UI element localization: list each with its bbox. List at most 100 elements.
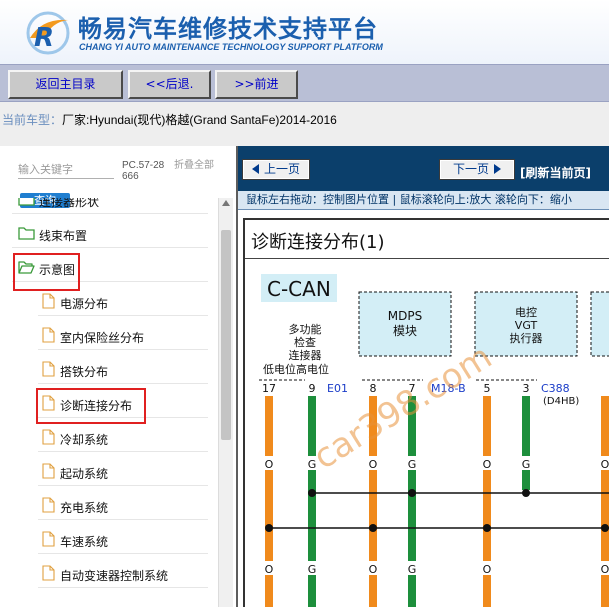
next-page-button[interactable]: 下一页 <box>439 159 515 180</box>
tree-item-label: 室内保险丝分布 <box>60 331 145 345</box>
pin-label: 17 <box>262 382 276 395</box>
connector-label: C388 <box>541 382 570 395</box>
tree-page-starting-system[interactable]: 起动系统 <box>38 458 208 486</box>
page-icon <box>42 497 55 513</box>
folder-icon <box>18 198 35 206</box>
prev-page-button[interactable]: 上一页 <box>242 159 310 180</box>
wire-color-label: O <box>483 458 492 471</box>
module-dlc-line2: 检查 <box>294 335 316 349</box>
arrow-left-icon <box>251 163 259 174</box>
junction-dot <box>408 489 416 497</box>
wire-color-label: O <box>369 563 378 576</box>
wire-color-label: G <box>522 458 531 471</box>
collapse-all-link[interactable]: 折叠全部 <box>174 160 214 171</box>
junction-dot <box>483 524 491 532</box>
page-icon <box>42 463 55 479</box>
junction-dot <box>601 524 609 532</box>
tree-scrollbar[interactable] <box>218 198 233 607</box>
app-window: R 畅易汽车维修技术支持平台 CHANG YI AUTO MAINTENANCE… <box>0 0 609 607</box>
tree-item-label: 连接器形状 <box>39 198 100 209</box>
refresh-link[interactable]: [刷新当前页] <box>520 164 591 181</box>
tree-page-interior-fuse[interactable]: 室内保险丝分布 <box>38 322 208 350</box>
search-input[interactable] <box>18 161 118 178</box>
arrow-right-icon <box>494 163 501 174</box>
highlight-box-schematic <box>13 253 80 291</box>
module-partial-box <box>590 291 609 357</box>
svg-text:R: R <box>34 23 54 53</box>
module-dlc-pins-label: 低电位高电位 <box>263 362 329 376</box>
search-underline <box>18 178 114 179</box>
page-icon <box>42 327 55 343</box>
right-panel: 上一页 下一页 [刷新当前页] 鼠标左右拖动：控制图片位置 | 鼠标滚轮向上:放… <box>236 146 609 607</box>
pin-label: 9 <box>309 382 316 395</box>
tree-page-power-distribution[interactable]: 电源分布 <box>38 288 208 316</box>
back-button[interactable]: <<后退. <box>128 70 211 99</box>
brand-title: 畅易汽车维修技术支持平台 <box>78 15 378 43</box>
module-dlc-line1: 多功能 <box>289 322 322 336</box>
wire-color-label: G <box>408 458 417 471</box>
nav-bar: 返回主目录 <<后退. >>前进 <box>0 64 609 102</box>
tree-page-vehicle-speed[interactable]: 车速系统 <box>38 526 208 554</box>
scroll-up-arrow-icon[interactable] <box>222 200 230 206</box>
diagram-title: 诊断连接分布(1) <box>251 232 385 253</box>
module-vgt-line1: 电控 <box>515 305 537 319</box>
hint-bar: 鼠标左右拖动：控制图片位置 | 鼠标滚轮向上:放大 滚轮向下：缩小 <box>238 191 609 210</box>
connector-label: E01 <box>327 382 348 395</box>
pin-label: 8 <box>370 382 377 395</box>
tree-item-label: 充电系统 <box>60 501 109 515</box>
tree-item-label: 电源分布 <box>60 297 109 311</box>
tree-page-ground-distribution[interactable]: 搭铁分布 <box>38 356 208 384</box>
wire-color-label: O <box>483 563 492 576</box>
left-panel: 查询 PC.57-28666 折叠全部 连接器形状 线束布置 示意图 电源分布 <box>0 146 233 607</box>
module-dlc-line3: 连接器 <box>289 349 322 362</box>
tree-item-label: 自动变速器控制系统 <box>60 569 169 583</box>
module-mdps-line1: MDPS <box>388 309 422 323</box>
brand-subtitle: CHANG YI AUTO MAINTENANCE TECHNOLOGY SUP… <box>79 42 383 52</box>
tree-item-label: 车速系统 <box>60 535 109 549</box>
pc-number: PC.57-28666 <box>122 160 165 182</box>
tree-folder-connector-shape[interactable]: 连接器形状 <box>12 198 208 214</box>
junction-dot <box>265 524 273 532</box>
wire-green <box>522 396 530 490</box>
bus-label: C-CAN <box>267 277 331 301</box>
junction-dot <box>308 489 316 497</box>
tree-page-cooling-system[interactable]: 冷却系统 <box>38 424 208 452</box>
diagram-viewport[interactable]: 诊断连接分布(1) C-CAN 多功能 检查 连接器 低电位高电位 MDPS 模… <box>243 218 609 607</box>
diagram-divider <box>245 258 609 259</box>
wire-color-label: O <box>601 563 609 576</box>
tree-page-charging-system[interactable]: 充电系统 <box>38 492 208 520</box>
tree-item-label: 冷却系统 <box>60 433 109 447</box>
tree-list: 连接器形状 线束布置 示意图 电源分布 室内保险丝分布 搭铁分布 诊断连接分布 … <box>0 198 218 607</box>
module-vgt-line3: 执行器 <box>510 331 543 345</box>
forward-button[interactable]: >>前进 <box>215 70 298 99</box>
next-page-label: 下一页 <box>452 162 489 176</box>
home-button[interactable]: 返回主目录 <box>8 70 123 99</box>
page-icon <box>42 429 55 445</box>
tree-item-label: 搭铁分布 <box>60 365 109 379</box>
module-mdps-line2: 模块 <box>393 324 417 338</box>
wire-color-label: O <box>265 458 274 471</box>
current-vehicle: 当前车型：厂家:Hyundai(现代)格越(Grand SantaFe)2014… <box>0 102 609 146</box>
pin-label: 5 <box>484 382 491 395</box>
scroll-thumb[interactable] <box>221 230 231 440</box>
watermark: car398.com <box>307 337 499 478</box>
junction-dot <box>522 489 530 497</box>
wire-color-label: G <box>308 458 317 471</box>
wire-color-label: G <box>308 563 317 576</box>
page-icon <box>42 361 55 377</box>
junction-dot <box>369 524 377 532</box>
pin-label: 3 <box>523 382 530 395</box>
wiring-diagram: C-CAN 多功能 检查 连接器 低电位高电位 MDPS 模块 电控 VGT 执… <box>259 274 609 607</box>
page-icon <box>42 293 55 309</box>
wire-color-label: O <box>601 458 609 471</box>
tree-item-label: 起动系统 <box>60 467 109 481</box>
vehicle-label: 当前车型： <box>2 113 63 127</box>
header: R 畅易汽车维修技术支持平台 CHANG YI AUTO MAINTENANCE… <box>0 0 609 64</box>
tree-folder-harness-layout[interactable]: 线束布置 <box>12 220 208 248</box>
page-icon <box>42 531 55 547</box>
tree-page-auto-transmission[interactable]: 自动变速器控制系统 <box>38 560 208 588</box>
wire-color-label: G <box>408 563 417 576</box>
vehicle-value: 厂家:Hyundai(现代)格越(Grand SantaFe)2014-2016 <box>62 113 337 127</box>
search-box: 查询 <box>18 161 118 208</box>
connector-note: (D4HB) <box>543 396 579 407</box>
